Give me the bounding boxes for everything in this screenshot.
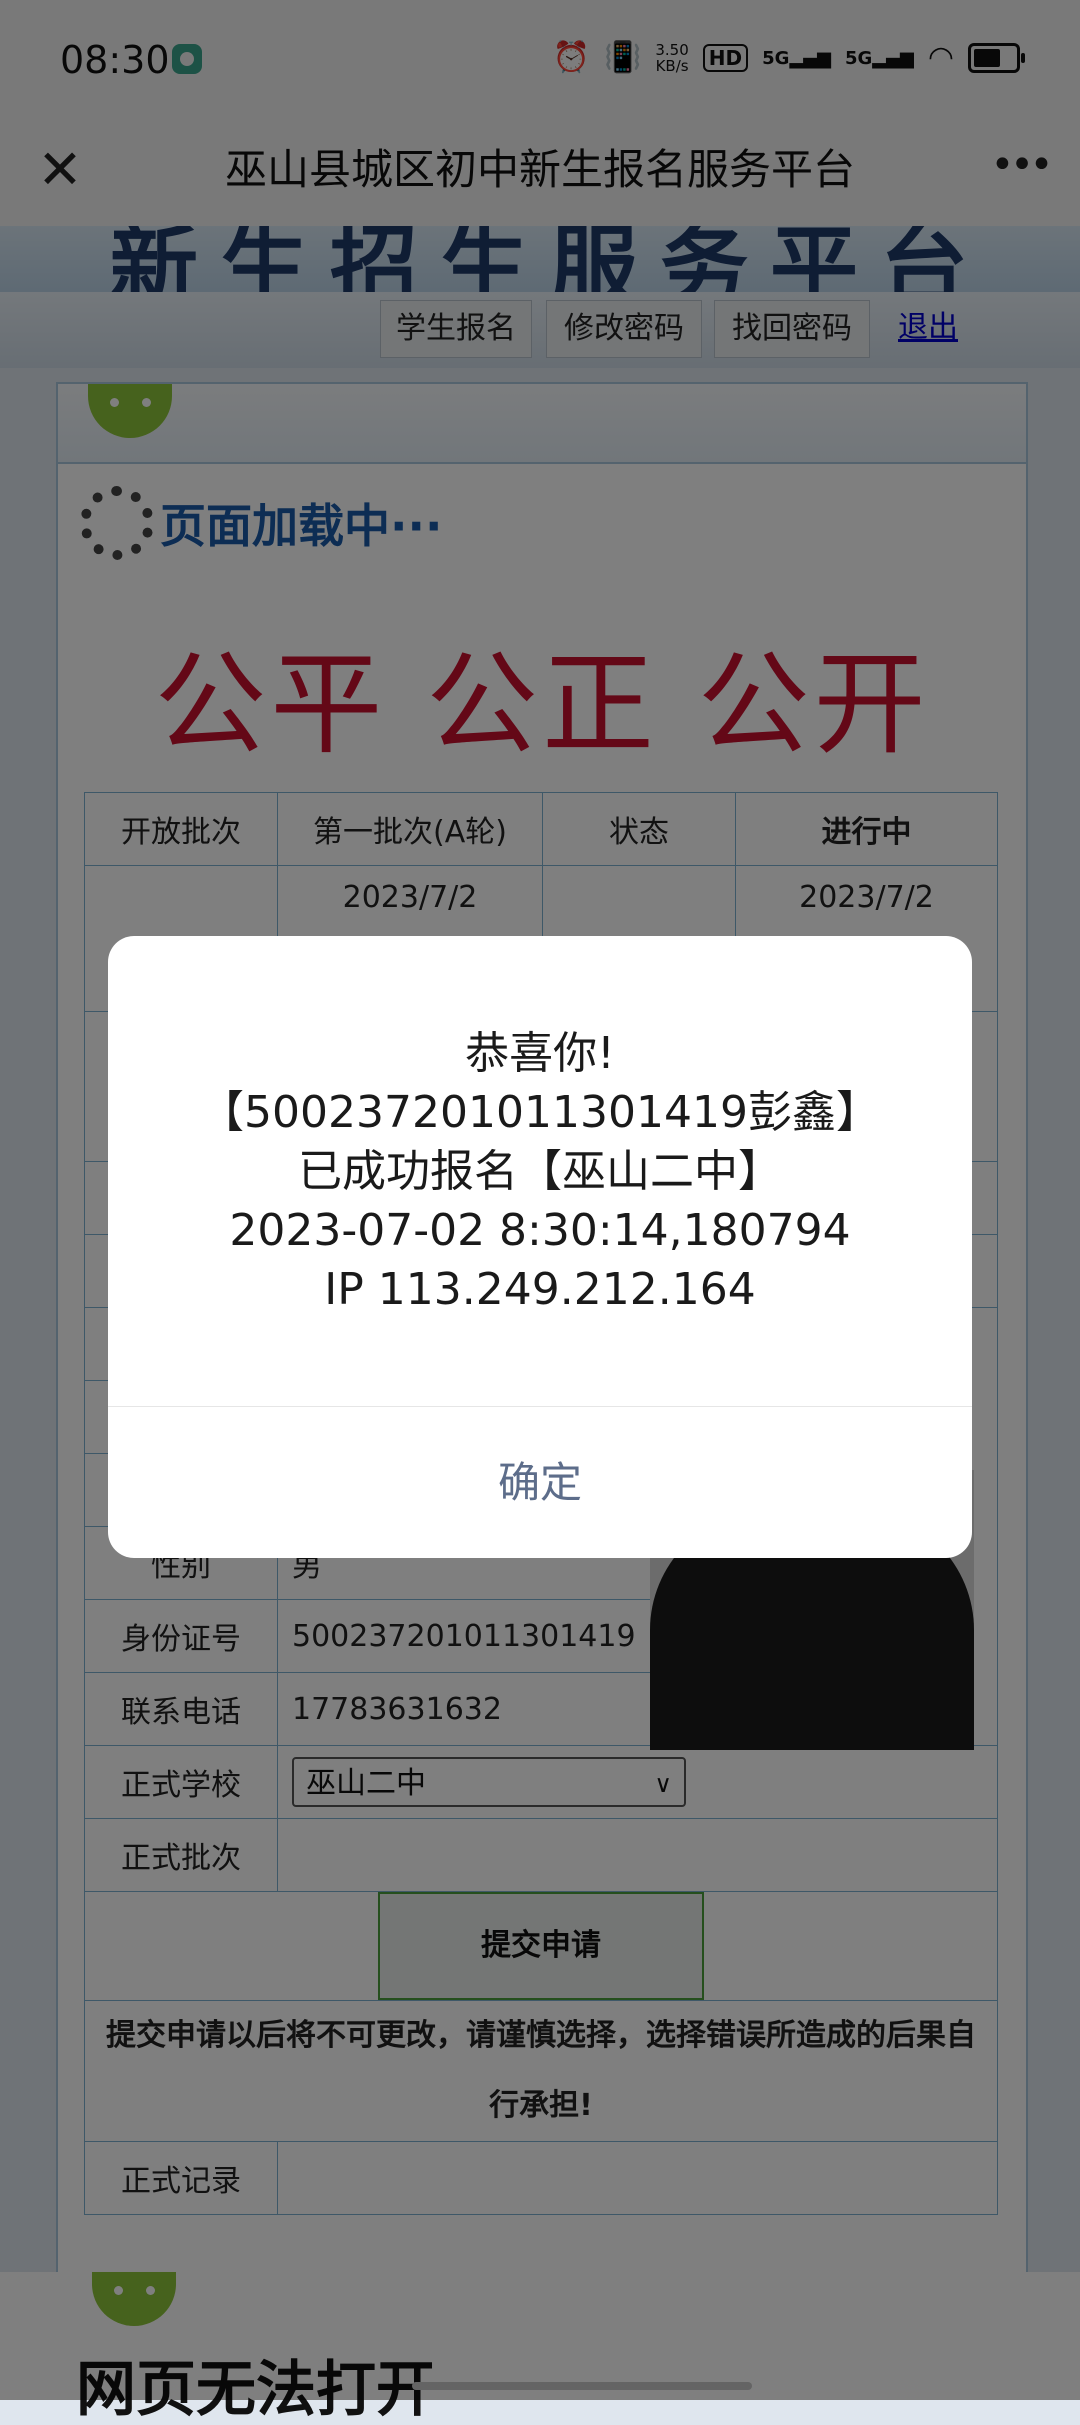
dialog-line-school: 已成功报名【巫山二中】 bbox=[298, 1146, 782, 1197]
dialog-line-congrats: 恭喜你! bbox=[465, 1028, 615, 1079]
success-dialog: 恭喜你! 【500237201011301419彭鑫】 已成功报名【巫山二中】 … bbox=[108, 936, 972, 1558]
dialog-line-student: 【500237201011301419彭鑫】 bbox=[200, 1087, 880, 1138]
dialog-message: 恭喜你! 【500237201011301419彭鑫】 已成功报名【巫山二中】 … bbox=[108, 1024, 972, 1319]
confirm-button[interactable]: 确定 bbox=[108, 1407, 972, 1558]
dialog-line-ip: IP 113.249.212.164 bbox=[324, 1264, 756, 1315]
dialog-line-timestamp: 2023-07-02 8:30:14,180794 bbox=[229, 1205, 851, 1256]
